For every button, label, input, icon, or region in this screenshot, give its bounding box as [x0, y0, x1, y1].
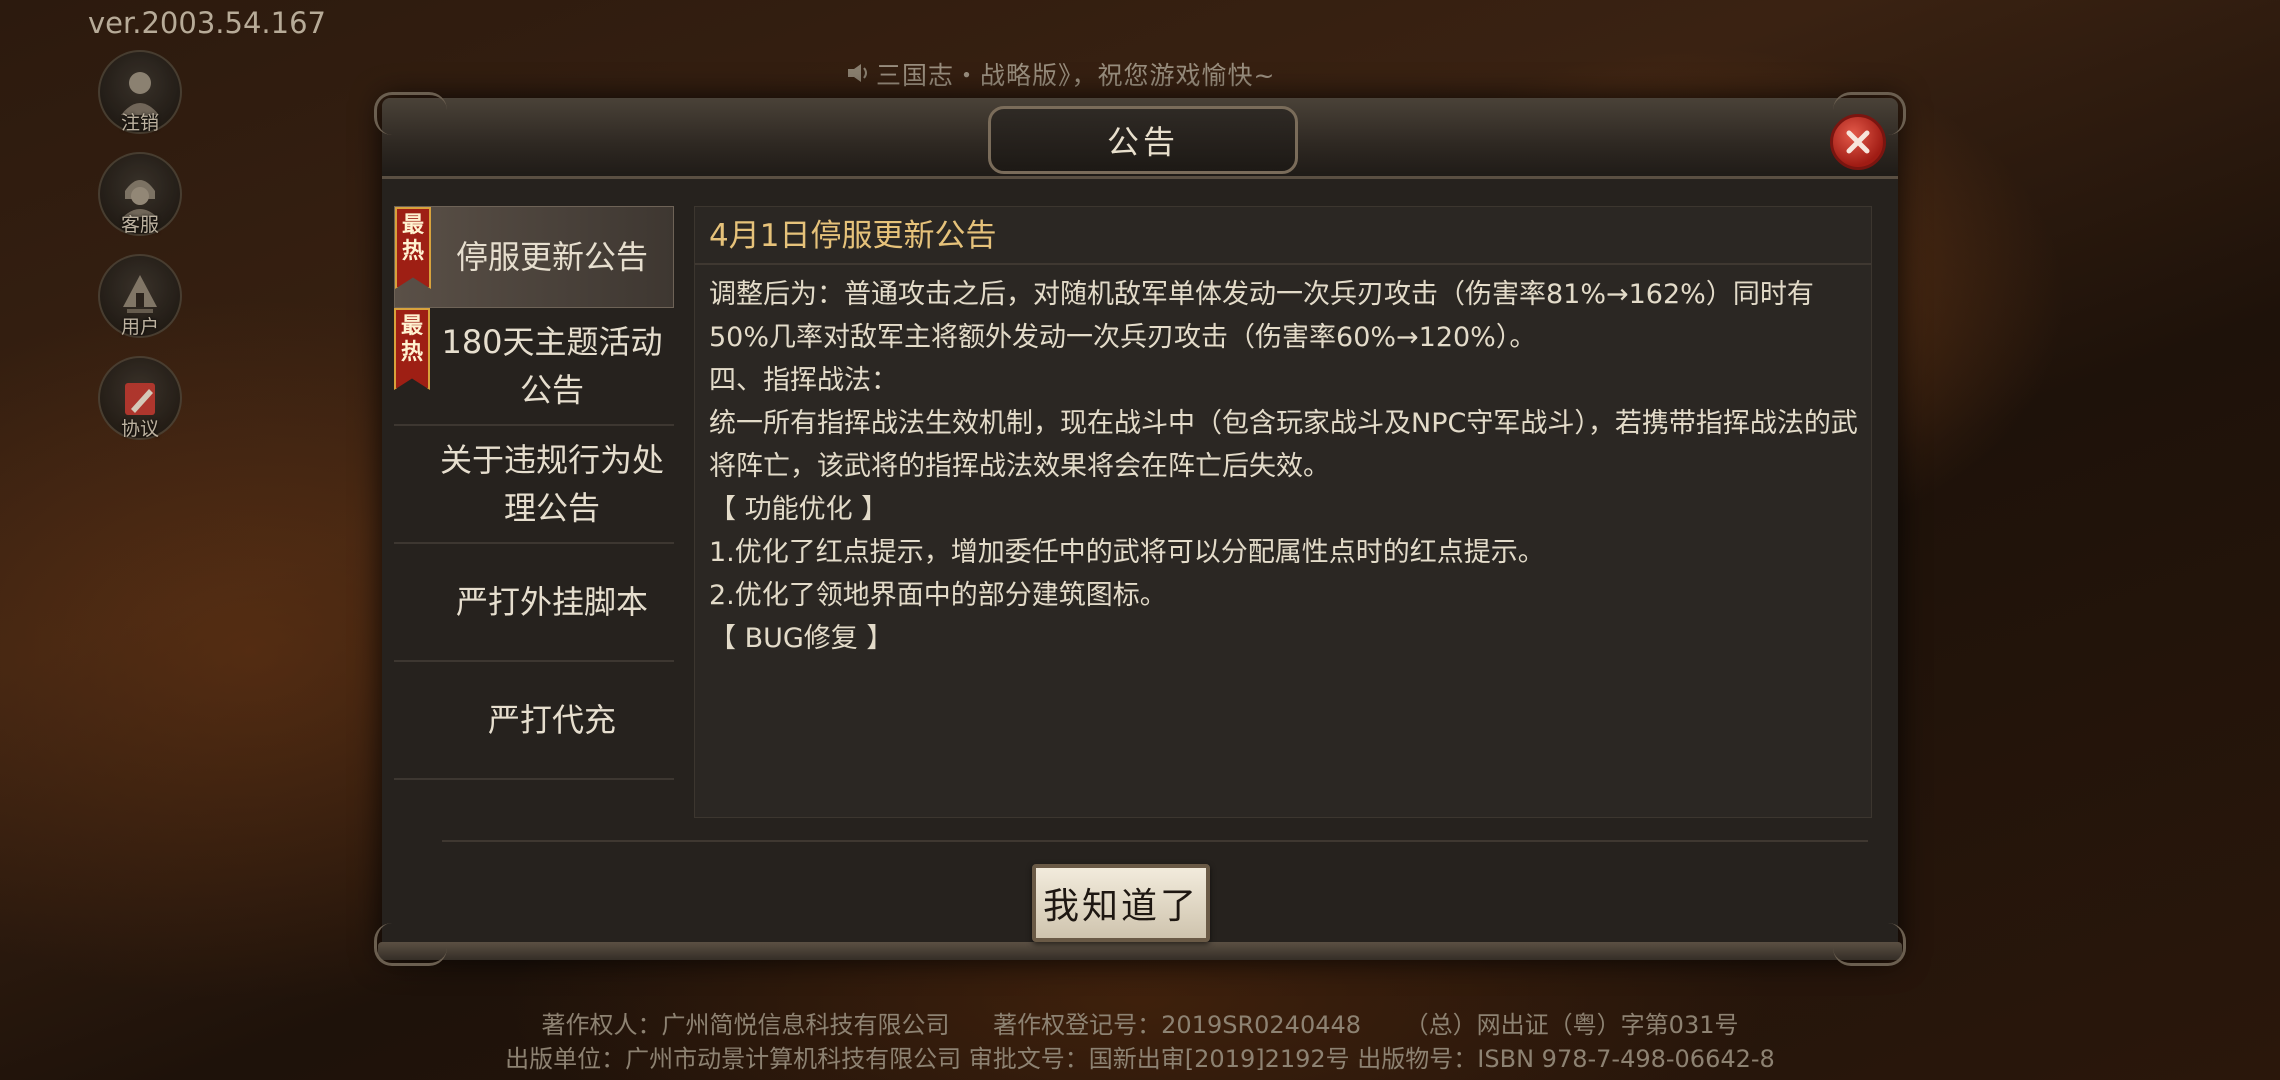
version-label: ver.2003.54.167: [88, 6, 326, 40]
publisher-info: 出版单位：广州市动景计算机科技有限公司 审批文号：国新出审[2019]2192号…: [505, 1045, 1775, 1073]
ornament-corner: [374, 92, 447, 135]
content-paragraph: 调整后为：普通攻击之后，对随机敌军单体发动一次兵刃攻击（伤害率81%→162%）…: [709, 279, 1814, 353]
side-menu: 注销 客服 用户 协议: [97, 50, 183, 458]
tab-violation-handling[interactable]: 关于违规行为处理公告: [394, 426, 674, 544]
marquee-notice: 三国志・战略版》，祝您游戏愉快~: [846, 56, 1275, 92]
acknowledge-button[interactable]: 我知道了: [1032, 864, 1210, 942]
tab-label: 停服更新公告: [455, 238, 648, 276]
side-item-label: 用户: [120, 316, 159, 338]
content-paragraph: 1.优化了红点提示，增加委任中的武将可以分配属性点时的红点提示。: [709, 537, 1545, 568]
announcement-dialog: 公告 最热 停服更新公告 最热 180天主题活动公告 关于违规行为处理公告 严打…: [374, 92, 1906, 966]
side-item-agreement[interactable]: 协议: [97, 356, 183, 457]
tab-shutdown-update[interactable]: 最热 停服更新公告: [394, 206, 674, 308]
tab-anti-cheat[interactable]: 严打外挂脚本: [394, 544, 674, 662]
ornament-corner: [1833, 923, 1906, 966]
side-item-label: 注销: [120, 112, 159, 134]
side-item-user[interactable]: 用户: [97, 254, 183, 355]
announcement-content[interactable]: 4月1日停服更新公告 调整后为：普通攻击之后，对随机敌军单体发动一次兵刃攻击（伤…: [694, 206, 1872, 818]
content-body[interactable]: 调整后为：普通攻击之后，对随机敌军单体发动一次兵刃攻击（伤害率81%→162%）…: [709, 273, 1861, 817]
tab-180-day-event[interactable]: 最热 180天主题活动公告: [394, 308, 674, 426]
close-icon: [1846, 130, 1870, 154]
hot-badge: 最热: [394, 308, 430, 390]
tab-label: 严打代充: [487, 701, 616, 739]
copyright-owner: 著作权人：广州简悦信息科技有限公司: [541, 1011, 950, 1039]
copyright-footer: 著作权人：广州简悦信息科技有限公司 著作权登记号：2019SR0240448 （…: [0, 1008, 2280, 1076]
publishing-license: （总）网出证（粤）字第031号: [1404, 1011, 1739, 1039]
hot-badge: 最热: [395, 207, 431, 289]
content-paragraph: 2.优化了领地界面中的部分建筑图标。: [709, 580, 1167, 611]
divider: [442, 840, 1868, 842]
announcement-tab-list: 最热 停服更新公告 最热 180天主题活动公告 关于违规行为处理公告 严打外挂脚…: [394, 206, 674, 780]
content-paragraph: 四、指挥战法：: [709, 365, 898, 396]
side-item-label: 客服: [120, 214, 159, 236]
side-item-logout[interactable]: 注销: [97, 50, 183, 151]
dialog-bottom-rail: [378, 942, 1902, 960]
close-button[interactable]: [1830, 114, 1886, 170]
tab-label: 关于违规行为处理公告: [439, 441, 664, 527]
registration-number: 著作权登记号：2019SR0240448: [993, 1011, 1362, 1039]
content-paragraph: 【 BUG修复 】: [709, 623, 894, 654]
content-paragraph: 【 功能优化 】: [709, 494, 889, 525]
ornament-corner: [374, 923, 447, 966]
side-item-customer-service[interactable]: 客服: [97, 152, 183, 253]
speaker-icon: [846, 61, 872, 90]
tab-label: 严打外挂脚本: [455, 583, 648, 621]
marquee-text: 三国志・战略版》，祝您游戏愉快~: [876, 61, 1276, 90]
dialog-title: 公告: [988, 106, 1298, 174]
content-title: 4月1日停服更新公告: [695, 207, 1871, 265]
tab-anti-proxy-topup[interactable]: 严打代充: [394, 662, 674, 780]
tab-label: 180天主题活动公告: [441, 323, 663, 409]
content-paragraph: 统一所有指挥战法生效机制，现在战斗中（包含玩家战斗及NPC守军战斗），若携带指挥…: [709, 408, 1858, 482]
side-item-label: 协议: [120, 418, 159, 440]
